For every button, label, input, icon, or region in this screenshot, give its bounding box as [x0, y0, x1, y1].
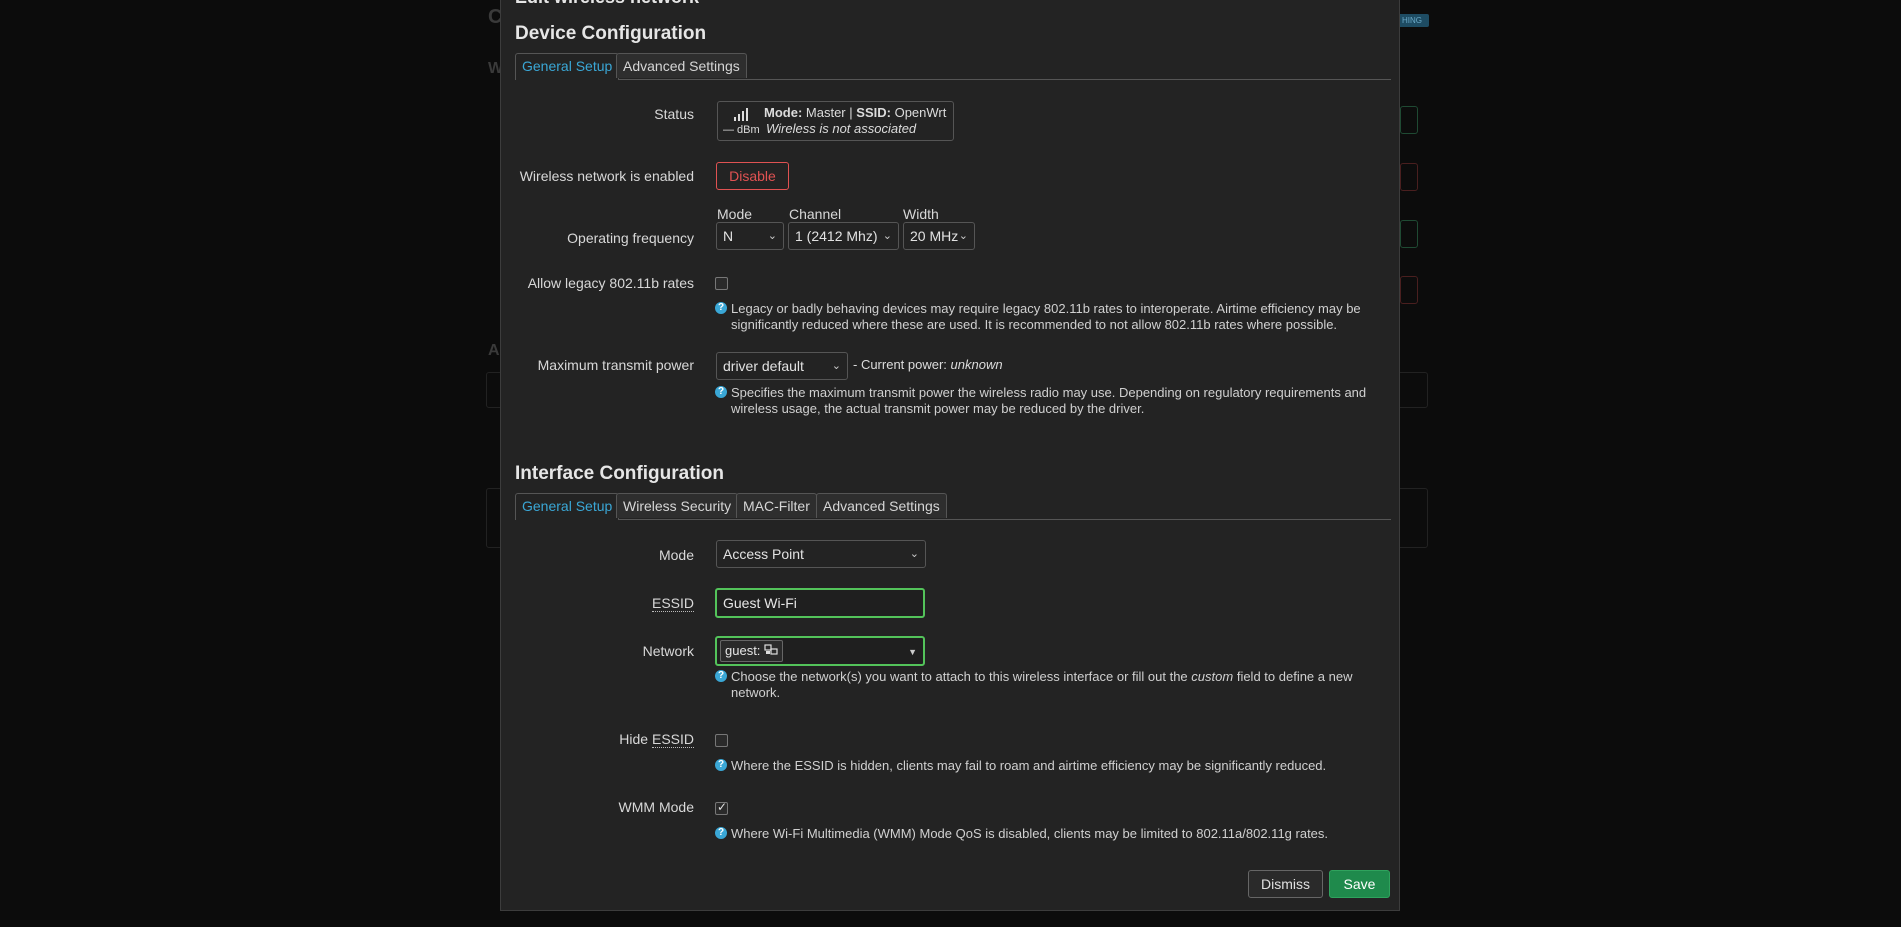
- status-association: Wireless is not associated: [766, 121, 917, 136]
- hide-essid-label-abbr: ESSID: [651, 731, 694, 748]
- channel-select[interactable]: 1 (2412 Mhz) ⌄: [788, 222, 899, 250]
- width-select-value: 20 MHz: [910, 228, 959, 244]
- network-help-text: Choose the network(s) you want to attach…: [731, 669, 1385, 701]
- wireless-enabled-label: Wireless network is enabled: [519, 168, 694, 184]
- network-dropdown[interactable]: guest: ▼: [715, 636, 925, 666]
- help-icon: ?: [715, 670, 727, 682]
- essid-input[interactable]: Guest Wi-Fi: [715, 588, 925, 618]
- status-mode-key: Mode:: [764, 105, 803, 120]
- background-row: [1400, 220, 1418, 248]
- network-chip: guest:: [720, 640, 784, 662]
- status-separator: |: [849, 105, 853, 120]
- wmm-mode-checkbox[interactable]: ✓: [715, 800, 728, 815]
- hide-essid-label-prefix: Hide: [619, 731, 649, 747]
- signal-icon: [734, 108, 748, 121]
- channel-sub-label: Channel: [789, 206, 842, 222]
- network-label: Network: [642, 643, 694, 659]
- background-row: [1400, 163, 1418, 191]
- hide-essid-checkbox[interactable]: [715, 734, 728, 747]
- iface-mode-value: Access Point: [723, 546, 804, 562]
- chevron-down-icon: ⌄: [958, 230, 968, 242]
- status-label: Status: [654, 106, 694, 122]
- status-mode-line: Mode: Master | SSID: OpenWrt: [764, 105, 946, 120]
- current-power-value: unknown: [950, 357, 1003, 372]
- edit-wireless-modal: Edit wireless network Device Configurati…: [500, 0, 1400, 911]
- chevron-down-icon: ⌄: [767, 230, 777, 242]
- chevron-down-icon: ⌄: [882, 230, 892, 242]
- network-chip-label: guest:: [725, 643, 761, 658]
- hide-essid-label: Hide ESSID: [619, 731, 694, 748]
- legacy-rates-checkbox[interactable]: [715, 277, 728, 290]
- mode-select-value: N: [723, 228, 734, 244]
- tab-iface-mac-filter[interactable]: MAC-Filter: [736, 493, 817, 518]
- disable-button[interactable]: Disable: [716, 162, 789, 190]
- dropdown-arrow-icon: ▼: [908, 647, 917, 657]
- status-signal: — dBm: [723, 124, 760, 136]
- status-ssid-key: SSID:: [856, 105, 891, 120]
- wmm-mode-help: ? Where Wi-Fi Multimedia (WMM) Mode QoS …: [715, 826, 1385, 842]
- current-power: - Current power: unknown: [853, 357, 1003, 372]
- tab-iface-wireless-security[interactable]: Wireless Security: [616, 493, 739, 518]
- help-icon: ?: [715, 827, 727, 839]
- help-icon: ?: [715, 302, 727, 314]
- transmit-power-help-text: Specifies the maximum transmit power the…: [731, 385, 1367, 416]
- legacy-rates-label: Allow legacy 802.11b rates: [527, 275, 694, 291]
- status-ssid-value: OpenWrt: [894, 105, 947, 120]
- background-row: [1400, 276, 1418, 304]
- network-help-em: custom: [1191, 669, 1234, 684]
- tab-iface-advanced-settings[interactable]: Advanced Settings: [816, 493, 947, 518]
- tab-iface-general-setup[interactable]: General Setup: [515, 493, 620, 520]
- background-heading-2: A: [488, 342, 500, 359]
- transmit-power-value: driver default: [723, 358, 804, 374]
- legacy-rates-help-text: Legacy or badly behaving devices may req…: [731, 301, 1361, 332]
- checkmark-icon: ✓: [717, 800, 728, 814]
- operating-frequency-label: Operating frequency: [567, 230, 694, 246]
- background-badge: HING: [1395, 14, 1429, 27]
- chevron-down-icon: ⌄: [909, 548, 919, 560]
- network-help-before: Choose the network(s) you want to attach…: [731, 669, 1188, 684]
- essid-label: ESSID: [651, 595, 694, 612]
- mode-sub-label: Mode: [717, 206, 753, 222]
- mode-select[interactable]: N ⌄: [716, 222, 784, 250]
- background-row: [1400, 106, 1418, 134]
- legacy-rates-help: ? Legacy or badly behaving devices may r…: [715, 301, 1385, 333]
- channel-select-value: 1 (2412 Mhz): [795, 228, 878, 244]
- transmit-power-help: ? Specifies the maximum transmit power t…: [715, 385, 1385, 417]
- dismiss-button[interactable]: Dismiss: [1248, 870, 1323, 898]
- iface-mode-select[interactable]: Access Point ⌄: [716, 540, 926, 568]
- interface-configuration-title: Interface Configuration: [515, 463, 725, 484]
- status-box: Mode: Master | SSID: OpenWrt — dBm Wirel…: [717, 101, 954, 141]
- network-help: ? Choose the network(s) you want to atta…: [715, 669, 1385, 701]
- interface-tabs: General Setup Wireless Security MAC-Filt…: [515, 493, 1391, 520]
- hide-essid-help: ? Where the ESSID is hidden, clients may…: [715, 758, 1385, 774]
- network-zone-icon: [764, 644, 778, 655]
- wmm-mode-help-text: Where Wi-Fi Multimedia (WMM) Mode QoS is…: [731, 826, 1329, 841]
- save-button[interactable]: Save: [1329, 870, 1390, 898]
- current-power-prefix: - Current power:: [853, 357, 947, 372]
- width-sub-label: Width: [903, 206, 939, 222]
- wmm-mode-label: WMM Mode: [618, 799, 694, 815]
- modal-title: Edit wireless network: [515, 0, 699, 8]
- help-icon: ?: [715, 386, 727, 398]
- iface-mode-label: Mode: [658, 547, 694, 563]
- essid-label-text: ESSID: [651, 595, 694, 612]
- tab-device-general-setup[interactable]: General Setup: [515, 53, 620, 80]
- device-tabs: General Setup Advanced Settings: [515, 53, 1391, 80]
- chevron-down-icon: ⌄: [831, 360, 841, 372]
- hide-essid-help-text: Where the ESSID is hidden, clients may f…: [731, 758, 1327, 773]
- transmit-power-label: Maximum transmit power: [537, 357, 694, 373]
- device-configuration-title: Device Configuration: [515, 23, 707, 44]
- help-icon: ?: [715, 759, 727, 771]
- width-select[interactable]: 20 MHz ⌄: [903, 222, 975, 250]
- transmit-power-select[interactable]: driver default ⌄: [716, 352, 848, 380]
- status-mode-value: Master: [805, 105, 846, 120]
- tab-device-advanced-settings[interactable]: Advanced Settings: [616, 53, 747, 78]
